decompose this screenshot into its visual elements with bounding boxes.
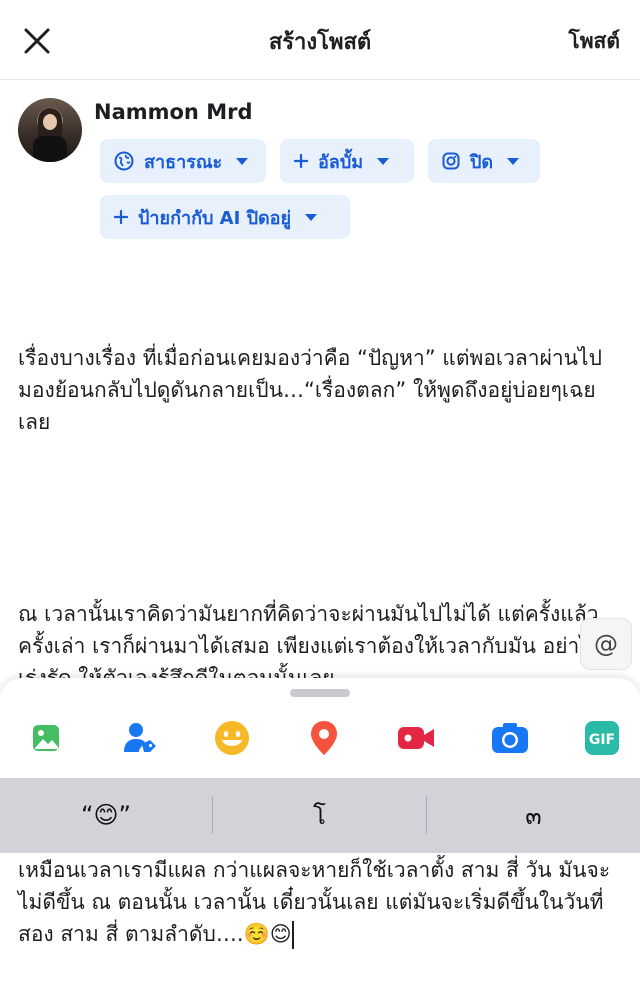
camera-button[interactable] (490, 718, 530, 758)
page-title: สร้างโพสต์ (268, 30, 372, 55)
instagram-icon (442, 152, 460, 170)
keyboard-suggestion-bar: “😊” โ ๓ (0, 778, 640, 853)
audience-selector[interactable]: สาธารณะ (100, 139, 266, 183)
audience-label: สาธารณะ (144, 151, 223, 173)
chevron-down-icon (236, 157, 249, 165)
album-label: อัลบั้ม (318, 151, 364, 173)
sheet-handle[interactable] (290, 689, 350, 697)
ai-label-selector[interactable]: ป้ายกำกับ AI ปิดอยู่ (100, 195, 350, 239)
feeling-button[interactable] (212, 718, 252, 758)
keyboard-suggestion[interactable]: “😊” (0, 792, 212, 838)
album-selector[interactable]: อัลบั้ม (280, 139, 414, 183)
keyboard-suggestion[interactable]: ๓ (427, 792, 640, 838)
plus-icon (114, 210, 128, 224)
tag-person-icon (124, 723, 156, 752)
gif-button[interactable]: GIF (582, 718, 622, 758)
chevron-down-icon (305, 213, 318, 221)
post-text-area[interactable]: เรื่องบางเรื่อง ที่เมื่อก่อนเคยมองว่าคือ… (18, 278, 624, 982)
plus-icon (294, 154, 308, 168)
gif-icon: GIF (585, 721, 619, 755)
ai-label-text: ป้ายกำกับ AI ปิดอยู่ (138, 207, 292, 229)
live-video-button[interactable] (396, 718, 436, 758)
camera-icon (492, 723, 528, 753)
instagram-selector[interactable]: ปิด (428, 139, 540, 183)
mention-button[interactable]: @ (580, 618, 632, 670)
post-button[interactable]: โพสต์ (568, 25, 620, 58)
text-cursor (291, 921, 294, 949)
post-paragraph-text: เหมือนเวลาเรามีแผล กว่าแผลจะหายก็ใช้เวลา… (18, 858, 611, 946)
live-video-icon (398, 727, 434, 749)
avatar (18, 98, 82, 162)
emoji-icon (215, 721, 249, 755)
location-icon (311, 721, 337, 755)
svg-text:GIF: GIF (589, 732, 615, 748)
attachment-sheet: GIF (0, 678, 640, 778)
globe-icon (114, 151, 134, 171)
top-bar: สร้างโพสต์ โพสต์ (0, 0, 640, 80)
chevron-down-icon (507, 157, 520, 165)
keyboard-suggestion[interactable]: โ (213, 792, 426, 838)
checkin-button[interactable] (304, 718, 344, 758)
instagram-label: ปิด (470, 151, 494, 173)
user-name: Nammon Mrd (94, 100, 253, 124)
photo-button[interactable] (26, 718, 66, 758)
post-paragraph: เรื่องบางเรื่อง ที่เมื่อก่อนเคยมองว่าคือ… (18, 346, 609, 434)
post-paragraph: เหมือนเวลาเรามีแผล กว่าแผลจะหายก็ใช้เวลา… (18, 854, 624, 950)
photo-icon (33, 725, 59, 751)
chevron-down-icon (377, 157, 390, 165)
tag-people-button[interactable] (120, 718, 160, 758)
